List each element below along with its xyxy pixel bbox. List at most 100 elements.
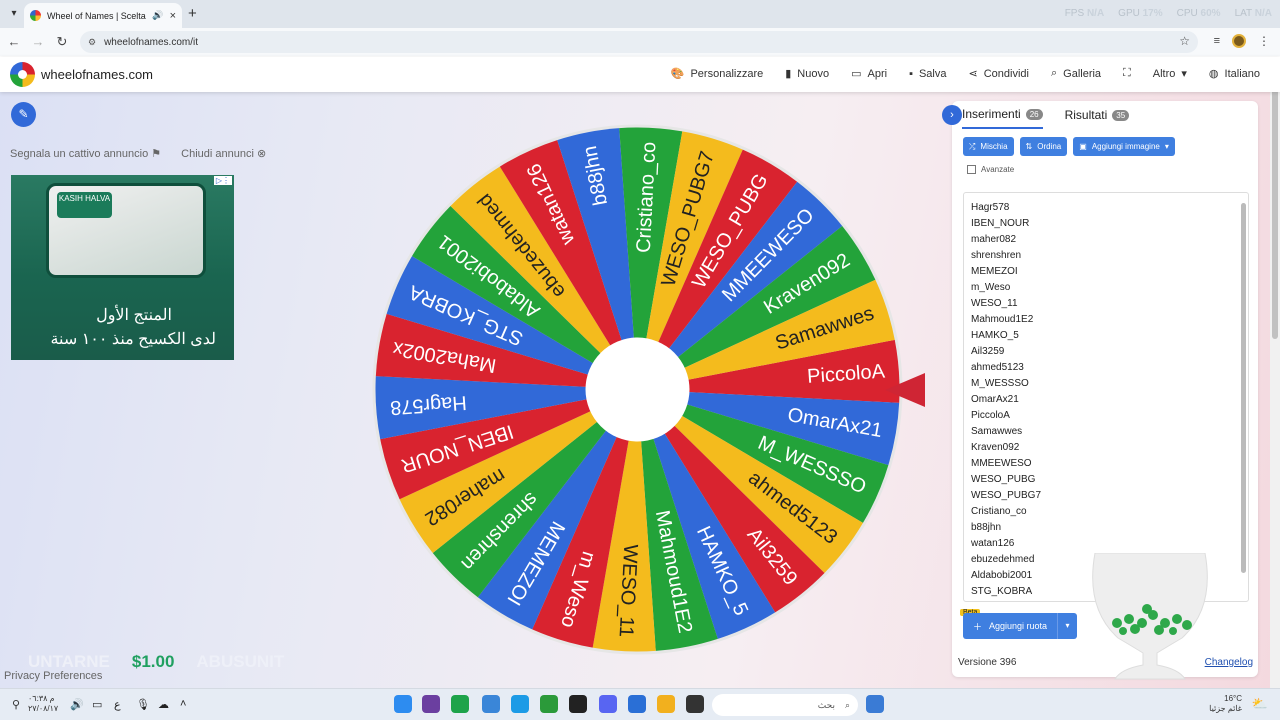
app-icon[interactable] [422, 695, 440, 713]
profile-avatar[interactable] [1232, 34, 1246, 48]
entry-item[interactable]: WESO_PUBG [964, 472, 1248, 488]
address-bar[interactable]: ⚙ wheelofnames.com/it ☆ [80, 31, 1198, 53]
clock-time: م ٠٦:٣٨ [28, 694, 55, 703]
page-scrollbar[interactable] [1270, 57, 1280, 688]
name-wheel[interactable]: PiccoloA OmarAx21 M_WESSSO ahmed5123 Ail3259… [370, 122, 905, 657]
store-icon[interactable] [628, 695, 646, 713]
edit-pencil-button[interactable]: ✎ [11, 102, 36, 127]
entries-scrollbar[interactable] [1241, 203, 1246, 573]
tab-entries[interactable]: Inserimenti 26 [962, 107, 1043, 129]
new-tab-button[interactable]: + [188, 5, 197, 22]
windows-start-icon[interactable] [866, 695, 884, 713]
app-icon[interactable] [686, 695, 704, 713]
entry-item[interactable]: m_Weso [964, 280, 1248, 296]
back-icon[interactable]: ← [6, 34, 22, 49]
menu-fullscreen[interactable]: ⛶ [1123, 67, 1131, 80]
edge-icon[interactable] [482, 695, 500, 713]
volume-icon[interactable]: 🔊 [70, 698, 84, 711]
report-ad-link[interactable]: Segnala un cattivo annuncio ⚑ [10, 147, 161, 160]
entry-item[interactable]: shrenshren [964, 248, 1248, 264]
entry-item[interactable]: MMEEWESO [964, 456, 1248, 472]
advertisement[interactable]: ▷⋮ KASIH HALVA المنتج الأول لدى الكسيح م… [11, 175, 234, 360]
add-wheel-button[interactable]: ＋ Aggiungi ruota [963, 613, 1058, 639]
display-icon[interactable]: ▭ [92, 698, 102, 711]
entry-item[interactable]: Samawwes [964, 424, 1248, 440]
advanced-toggle[interactable]: Avanzate [967, 165, 1014, 174]
forward-icon[interactable]: → [30, 34, 46, 49]
chrome-icon[interactable] [451, 695, 469, 713]
entry-item[interactable]: watan126 [964, 536, 1248, 552]
cloud-icon[interactable]: ☁ [158, 698, 169, 711]
reload-icon[interactable]: ↻ [54, 34, 70, 50]
app-icon[interactable] [511, 695, 529, 713]
menu-share[interactable]: ⋖ Condividi [969, 67, 1029, 81]
microphone-icon[interactable]: 🎙 [136, 698, 150, 711]
wheel-svg[interactable]: PiccoloAOmarAx21M_WESSSOahmed5123Ail3259… [370, 122, 905, 657]
network-icon[interactable]: ⚲ [12, 698, 20, 711]
bookmark-star-icon[interactable]: ☆ [1179, 34, 1190, 48]
scrollbar-thumb[interactable] [1272, 69, 1278, 339]
entry-item[interactable]: Hagr578 [964, 200, 1248, 216]
app-icon[interactable] [569, 695, 587, 713]
collapse-panel-button[interactable]: › [942, 105, 962, 125]
menu-customize[interactable]: 🎨 Personalizzare [671, 67, 763, 81]
wheel-center[interactable] [585, 337, 690, 442]
menu-more[interactable]: Altro ▾ [1153, 67, 1187, 81]
ad-choices-icon[interactable]: ▷⋮ [213, 176, 232, 185]
changelog-link[interactable]: Changelog [1205, 657, 1253, 668]
menu-language[interactable]: ◍ Italiano [1209, 67, 1260, 81]
folder-icon: ▭ [851, 68, 862, 80]
taskbar-clock[interactable]: م ٠٦:٣٨ ٢٧/٠٨/١٧ [28, 694, 58, 714]
menu-gallery[interactable]: ⌕ Galleria [1051, 67, 1101, 80]
close-tab-icon[interactable]: × [170, 10, 176, 22]
entry-item[interactable]: PiccoloA [964, 408, 1248, 424]
entry-item[interactable]: Ail3259 [964, 344, 1248, 360]
entry-item[interactable]: IBEN_NOUR [964, 216, 1248, 232]
wheel-logo-icon[interactable] [10, 62, 35, 87]
entry-item[interactable]: Mahmoud1E2 [964, 312, 1248, 328]
entry-item[interactable]: b88jhn [964, 520, 1248, 536]
site-info-icon[interactable]: ⚙ [88, 37, 96, 48]
tab-list-icon[interactable]: ▾ [6, 6, 22, 22]
entry-item[interactable]: WESO_11 [964, 296, 1248, 312]
entry-item[interactable]: Cristiano_co [964, 504, 1248, 520]
language-icon[interactable]: ع [114, 698, 121, 711]
add-wheel-dropdown[interactable]: ▾ [1057, 613, 1078, 639]
shuffle-button[interactable]: ⤮ Mischia [963, 137, 1014, 156]
add-image-button[interactable]: ▣ Aggiungi immagine ▾ [1073, 137, 1175, 156]
menu-save[interactable]: ▪ Salva [909, 67, 946, 80]
browser-tab[interactable]: Wheel of Names | Scelta ca 🔊 × [24, 3, 182, 28]
flag-icon: ⚑ [151, 148, 162, 160]
tab-results[interactable]: Risultati 35 [1065, 107, 1130, 129]
entry-item[interactable]: MEMEZOI [964, 264, 1248, 280]
file-explorer-icon[interactable] [657, 695, 675, 713]
entry-item[interactable]: HAMKO_5 [964, 328, 1248, 344]
entry-item[interactable]: ahmed5123 [964, 360, 1248, 376]
menu-new[interactable]: ▮ Nuovo [785, 67, 829, 81]
entry-item[interactable]: Kraven092 [964, 440, 1248, 456]
sort-button[interactable]: ⇅ Ordina [1019, 137, 1068, 156]
taskbar-search[interactable]: بحث ⌕ [712, 694, 858, 716]
menu-open[interactable]: ▭ Apri [851, 67, 887, 81]
app-icon[interactable] [540, 695, 558, 713]
close-ads-link[interactable]: Chiudi annunci ⊗ [181, 147, 266, 160]
advanced-checkbox[interactable] [967, 165, 976, 174]
promo-left: UNTARNE [28, 652, 110, 671]
discord-icon[interactable] [599, 695, 617, 713]
entry-item[interactable]: OmarAx21 [964, 392, 1248, 408]
weather-widget[interactable]: 16°C غائم جزئيا [1209, 694, 1242, 714]
plus-icon: ＋ [973, 621, 983, 632]
speaker-icon[interactable]: 🔊 [152, 10, 163, 21]
reading-list-icon[interactable]: ≡ [1214, 35, 1220, 47]
chevron-right-icon: › [950, 109, 954, 121]
site-brand[interactable]: wheelofnames.com [41, 67, 153, 82]
report-ad-label: Segnala un cattivo annuncio [10, 148, 149, 160]
browser-menu-icon[interactable]: ⋮ [1258, 34, 1270, 48]
chevron-up-icon[interactable]: ˄ [180, 698, 186, 710]
app-icon[interactable] [394, 695, 412, 713]
entry-item[interactable]: M_WESSSO [964, 376, 1248, 392]
entry-item[interactable]: WESO_PUBG7 [964, 488, 1248, 504]
privacy-preferences-link[interactable]: Privacy Preferences [4, 670, 102, 682]
entry-item[interactable]: maher082 [964, 232, 1248, 248]
entries-textarea[interactable]: Hagr578 IBEN_NOUR maher082 shrenshren MEMEZO… [963, 192, 1249, 602]
